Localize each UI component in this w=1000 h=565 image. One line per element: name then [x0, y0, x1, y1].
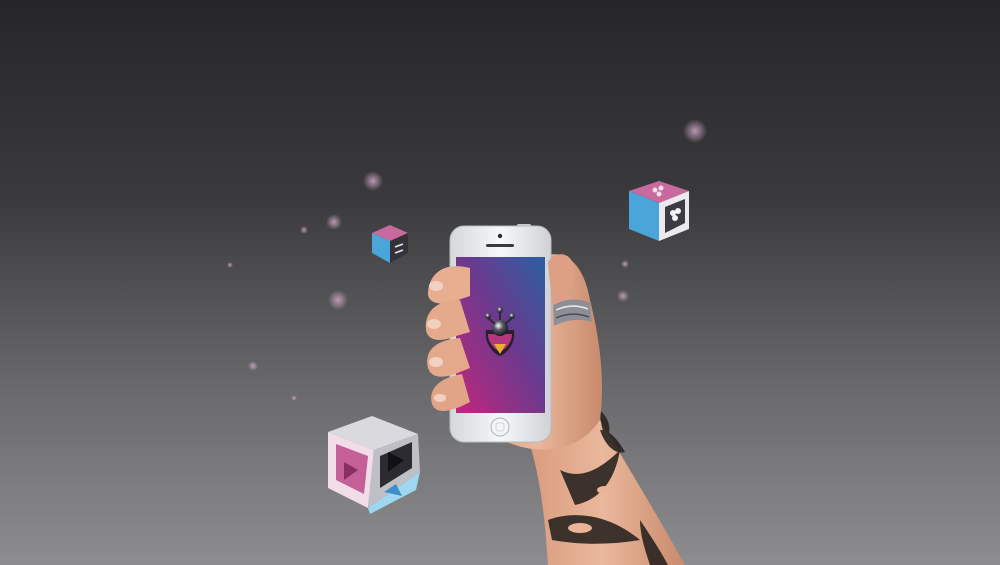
earpiece: [486, 244, 514, 247]
front-camera: [497, 233, 503, 239]
illustration: [227, 119, 707, 565]
scene: [0, 0, 1000, 565]
small-cube-left: [372, 225, 408, 263]
home-button[interactable]: [490, 417, 510, 437]
cube-right: [629, 181, 689, 241]
cube-large: [328, 416, 420, 514]
